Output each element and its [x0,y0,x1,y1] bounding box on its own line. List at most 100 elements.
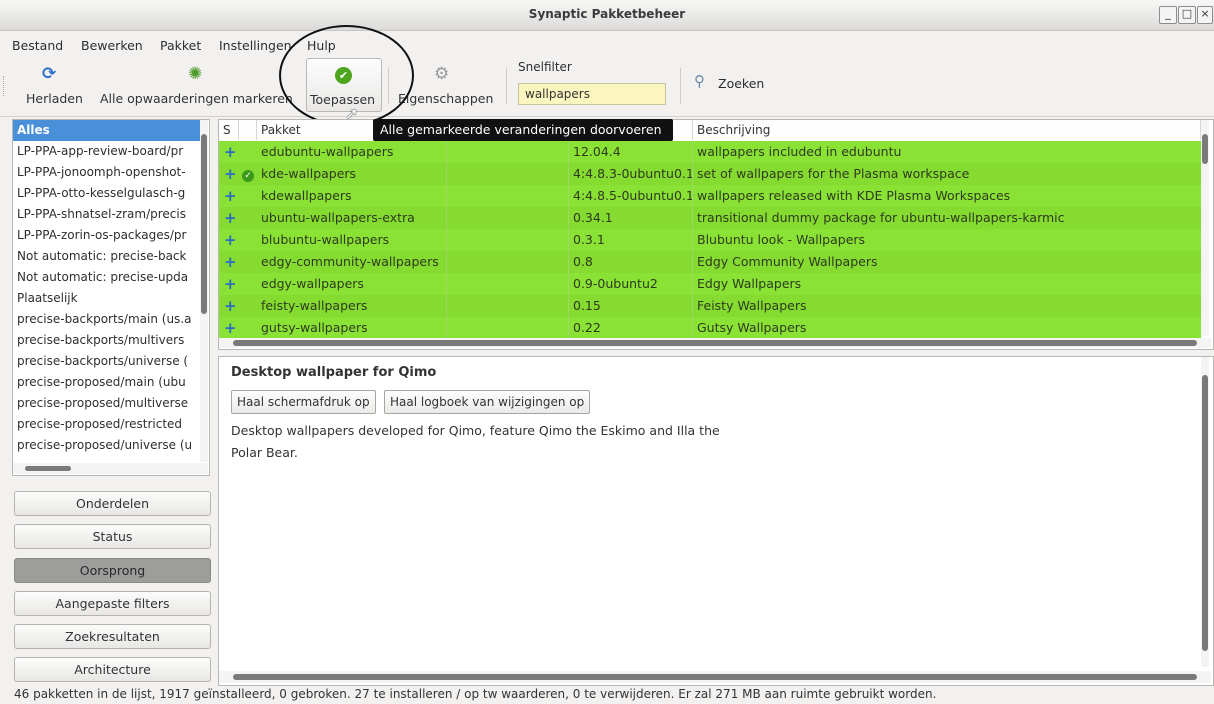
origin-item[interactable]: LP-PPA-shnatsel-zram/precis [13,204,201,225]
package-version-cell: 0.22 [573,320,601,335]
supported-check-icon: ✓ [239,163,257,185]
package-row[interactable]: + edgy-wallpapers 0.9-0ubuntu2 Edgy Wallpap… [219,273,1201,295]
menu-bestand[interactable]: Bestand [12,38,63,53]
status-bar: 46 pakketten in de lijst, 1917 geïnstall… [14,687,937,701]
toolbar-separator [680,68,681,104]
origin-item[interactable]: Not automatic: precise-back [13,246,201,267]
mark-all-upgrades-button[interactable]: ✺ Alle opwaarderingen markeren [96,56,301,114]
mark-install-icon[interactable]: + [219,141,239,163]
column-header-status[interactable]: S [219,120,239,140]
column-separator [446,251,447,273]
package-description-cell: Edgy Wallpapers [697,276,802,291]
package-table-vscrollbar[interactable] [1201,120,1209,336]
package-table[interactable]: S Pakket Beschrijving + edubuntu-wallpape… [218,119,1214,350]
origin-item[interactable]: LP-PPA-jonoomph-openshot- [13,162,201,183]
origin-item[interactable]: LP-PPA-app-review-board/pr [13,141,201,162]
package-row[interactable]: + ubuntu-wallpapers-extra 0.34.1 transition… [219,207,1201,229]
package-name-cell: kdewallpapers [261,188,352,203]
details-vscrollbar[interactable] [1201,357,1209,667]
reload-button[interactable]: ⟳ Herladen [12,56,86,114]
origin-item[interactable]: precise-proposed/main (ubu [13,372,201,393]
package-description-cell: transitional dummy package for ubuntu-wa… [697,210,1065,225]
filter-button-sections[interactable]: Onderdelen [14,491,211,516]
origin-item[interactable]: LP-PPA-otto-kesselgulasch-g [13,183,201,204]
filter-button-origin[interactable]: Oorsprong [14,558,211,583]
column-header-support[interactable] [239,120,257,140]
search-label: Zoeken [718,76,765,91]
origin-item[interactable]: Alles [13,120,201,141]
origin-item[interactable]: precise-backports/main (us.a [13,309,201,330]
column-separator [446,163,447,185]
origin-list-hscrollbar[interactable] [13,463,208,474]
check-icon: ✓ [242,170,254,182]
package-row[interactable]: + kdewallpapers 4:4.8.5-0ubuntu0.1 wallpape… [219,185,1201,207]
package-name-cell: gutsy-wallpapers [261,320,368,335]
origin-item[interactable]: Plaatselijk [13,288,201,309]
origin-item[interactable]: precise-proposed/multiverse [13,393,201,414]
package-row[interactable]: + blubuntu-wallpapers 0.3.1 Blubuntu look -… [219,229,1201,251]
package-description-cell: wallpapers released with KDE Plasma Work… [697,188,1011,203]
package-row[interactable]: + feisty-wallpapers 0.15 Feisty Wallpapers [219,295,1201,317]
minimize-button[interactable]: _ [1159,6,1177,24]
mark-install-icon[interactable]: + [219,229,239,251]
mark-install-icon[interactable]: + [219,185,239,207]
column-header-description[interactable]: Beschrijving [693,120,1201,140]
origin-item[interactable]: precise-proposed/universe (u [13,435,201,456]
mark-install-icon[interactable]: + [219,207,239,229]
column-separator [692,317,693,339]
origin-item[interactable]: precise-proposed/restricted [13,414,201,435]
package-row[interactable]: + edubuntu-wallpapers 12.04.4 wallpapers in… [219,141,1201,163]
package-version-cell: 4:4.8.3-0ubuntu0.1 [573,166,693,181]
origin-item[interactable]: Not automatic: precise-upda [13,267,201,288]
scrollbar-thumb[interactable] [201,134,207,314]
package-version-cell: 4:4.8.5-0ubuntu0.1 [573,188,693,203]
package-table-hscrollbar[interactable] [219,338,1211,348]
filter-button-custom[interactable]: Aangepaste filters [14,591,211,616]
package-description-cell: wallpapers included in edubuntu [697,144,902,159]
details-hscrollbar[interactable] [219,671,1211,683]
origin-list-vscrollbar[interactable] [200,120,208,462]
menu-pakket[interactable]: Pakket [160,38,201,53]
get-changelog-button[interactable]: Haal logboek van wijzigingen op [384,390,591,414]
scrollbar-thumb[interactable] [1202,375,1208,651]
scrollbar-thumb[interactable] [233,340,1197,346]
package-description-line: Polar Bear. [231,445,298,460]
column-separator [692,207,693,229]
column-separator [446,317,447,339]
scrollbar-thumb[interactable] [25,466,71,471]
toolbar-separator [506,68,507,104]
filter-button-status[interactable]: Status [14,524,211,549]
package-name-cell: blubuntu-wallpapers [261,232,390,247]
get-screenshot-button[interactable]: Haal schermafdruk op [231,390,376,414]
column-separator [446,207,447,229]
menu-instellingen[interactable]: Instellingen [219,38,292,53]
toolbar: ⟳ Herladen ✺ Alle opwaarderingen markere… [0,56,1214,117]
column-separator [692,229,693,251]
filter-button-search-results[interactable]: Zoekresultaten [14,624,211,649]
mark-install-icon[interactable]: + [219,163,239,185]
scrollbar-thumb[interactable] [233,674,1197,680]
package-row[interactable]: + ✓ kde-wallpapers 4:4.8.3-0ubuntu0.1 set of… [219,163,1201,185]
package-row[interactable]: + gutsy-wallpapers 0.22 Gutsy Wallpapers [219,317,1201,339]
package-description-cell: set of wallpapers for the Plasma workspa… [697,166,970,181]
origin-item[interactable]: LP-PPA-zorin-os-packages/pr [13,225,201,246]
mark-install-icon[interactable]: + [219,295,239,317]
column-separator [568,141,569,163]
package-description-cell: Gutsy Wallpapers [697,320,807,335]
scrollbar-thumb[interactable] [1202,134,1208,164]
mark-install-icon[interactable]: + [219,317,239,339]
maximize-button[interactable]: □ [1178,6,1196,24]
origin-item[interactable]: precise-backports/universe ( [13,351,201,372]
filter-button-architecture[interactable]: Architecture [14,657,211,682]
origin-list[interactable]: Alles LP-PPA-app-review-board/pr LP-PPA-… [12,119,210,476]
menu-bewerken[interactable]: Bewerken [81,38,143,53]
origin-item[interactable]: precise-backports/multivers [13,330,201,351]
mark-install-icon[interactable]: + [219,273,239,295]
close-button[interactable]: × [1197,6,1213,24]
mark-install-icon[interactable]: + [219,251,239,273]
column-separator [692,273,693,295]
toolbar-grip[interactable] [3,76,7,96]
search-button[interactable]: ⚲ Zoeken [690,70,770,100]
quick-filter-input[interactable] [518,83,666,105]
package-row[interactable]: + edgy-community-wallpapers 0.8 Edgy Commun… [219,251,1201,273]
